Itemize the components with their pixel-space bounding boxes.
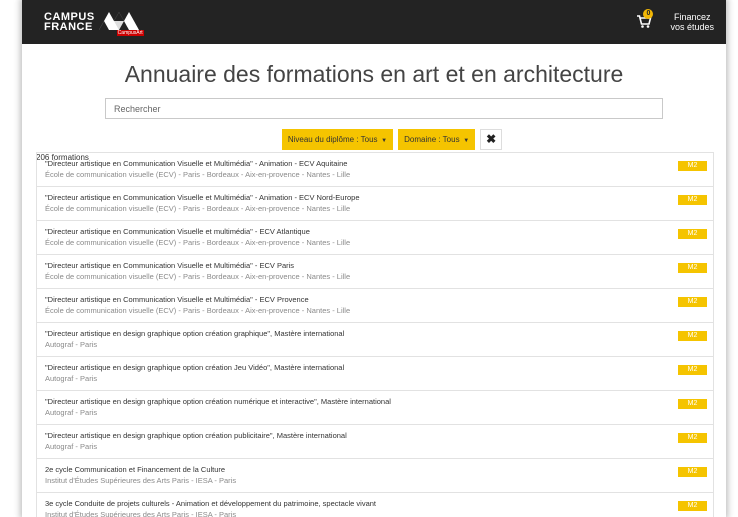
search-input[interactable] bbox=[105, 98, 663, 119]
list-item[interactable]: "Directeur artistique en design graphiqu… bbox=[36, 390, 714, 424]
list-item[interactable]: "Directeur artistique en Communication V… bbox=[36, 254, 714, 288]
list-item[interactable]: "Directeur artistique en design graphiqu… bbox=[36, 424, 714, 458]
logo-mark-icon: CampusArt bbox=[97, 8, 144, 36]
item-school: Autograf - Paris bbox=[45, 442, 98, 451]
app-window: CAMPUS FRANCE CampusArt 0 Financez vos é… bbox=[22, 0, 726, 517]
financez-line2: vos études bbox=[670, 22, 714, 32]
degree-badge: M2 bbox=[678, 161, 707, 171]
degree-badge: M2 bbox=[678, 297, 707, 307]
item-school: Institut d'Études Supérieures des Arts P… bbox=[45, 510, 237, 517]
item-school: École de communication visuelle (ECV) - … bbox=[45, 272, 351, 281]
logo-text: CAMPUS FRANCE bbox=[44, 12, 95, 33]
list-item[interactable]: "Directeur artistique en Communication V… bbox=[36, 288, 714, 322]
item-school: École de communication visuelle (ECV) - … bbox=[45, 306, 351, 315]
item-title: "Directeur artistique en design graphiqu… bbox=[45, 329, 345, 338]
degree-badge: M2 bbox=[678, 501, 707, 511]
degree-badge: M2 bbox=[678, 399, 707, 409]
list-item[interactable]: "Directeur artistique en design graphiqu… bbox=[36, 322, 714, 356]
campus-france-logo[interactable]: CAMPUS FRANCE CampusArt bbox=[44, 8, 144, 36]
item-title: "Directeur artistique en Communication V… bbox=[45, 295, 309, 304]
item-title: "Directeur artistique en design graphiqu… bbox=[45, 431, 347, 440]
top-right: 0 Financez vos études bbox=[636, 9, 714, 32]
list-item[interactable]: 3e cycle Conduite de projets culturels -… bbox=[36, 492, 714, 517]
cart-button[interactable]: 0 bbox=[636, 9, 654, 31]
filter-niveau-label: Niveau du diplôme : Tous bbox=[287, 135, 378, 144]
item-title: "Directeur artistique en design graphiqu… bbox=[45, 397, 391, 406]
degree-badge: M2 bbox=[678, 467, 707, 477]
page-title: Annuaire des formations en art et en arc… bbox=[124, 61, 624, 87]
list-item[interactable]: 2e cycle Communication et Financement de… bbox=[36, 458, 714, 492]
item-school: Autograf - Paris bbox=[45, 340, 98, 349]
item-title: 3e cycle Conduite de projets culturels -… bbox=[45, 499, 377, 508]
item-school: École de communication visuelle (ECV) - … bbox=[45, 170, 351, 179]
filter-niveau-dropdown[interactable]: Niveau du diplôme : Tous ▼ bbox=[281, 129, 394, 150]
item-title: "Directeur artistique en Communication V… bbox=[45, 227, 310, 236]
item-title: 2e cycle Communication et Financement de… bbox=[45, 465, 226, 474]
filter-bar: Niveau du diplôme : Tous ▼ Domaine : Tou… bbox=[22, 129, 726, 150]
item-school: Autograf - Paris bbox=[45, 374, 98, 383]
filter-domaine-label: Domaine : Tous bbox=[404, 135, 460, 144]
formation-list: "Directeur artistique en Communication V… bbox=[36, 152, 714, 517]
item-school: École de communication visuelle (ECV) - … bbox=[45, 238, 351, 247]
degree-badge: M2 bbox=[678, 365, 707, 375]
top-navbar: CAMPUS FRANCE CampusArt 0 Financez vos é… bbox=[22, 0, 726, 44]
item-title: "Directeur artistique en Communication V… bbox=[45, 193, 360, 202]
degree-badge: M2 bbox=[678, 263, 707, 273]
item-title: "Directeur artistique en Communication V… bbox=[45, 261, 295, 270]
item-title: "Directeur artistique en Communication V… bbox=[45, 159, 348, 168]
caret-down-icon: ▼ bbox=[461, 138, 470, 144]
clear-filters-button[interactable]: ✖ bbox=[480, 129, 503, 150]
list-item[interactable]: "Directeur artistique en Communication V… bbox=[36, 152, 714, 186]
close-icon: ✖ bbox=[486, 132, 497, 146]
item-school: Institut d'Études Supérieures des Arts P… bbox=[45, 476, 237, 485]
item-title: "Directeur artistique en design graphiqu… bbox=[45, 363, 345, 372]
degree-badge: M2 bbox=[678, 229, 707, 239]
filter-domaine-dropdown[interactable]: Domaine : Tous ▼ bbox=[398, 129, 476, 150]
degree-badge: M2 bbox=[678, 331, 707, 341]
logo-line2: FRANCE bbox=[44, 21, 93, 33]
list-item[interactable]: "Directeur artistique en Communication V… bbox=[36, 220, 714, 254]
list-item[interactable]: "Directeur artistique en Communication V… bbox=[36, 186, 714, 220]
item-school: École de communication visuelle (ECV) - … bbox=[45, 204, 351, 213]
caret-down-icon: ▼ bbox=[379, 138, 388, 144]
financez-link[interactable]: Financez vos études bbox=[670, 12, 714, 32]
degree-badge: M2 bbox=[678, 195, 707, 205]
degree-badge: M2 bbox=[678, 433, 707, 443]
item-school: Autograf - Paris bbox=[45, 408, 98, 417]
financez-line1: Financez bbox=[673, 12, 711, 22]
logo-sub: CampusArt bbox=[116, 30, 144, 36]
list-item[interactable]: "Directeur artistique en design graphiqu… bbox=[36, 356, 714, 390]
